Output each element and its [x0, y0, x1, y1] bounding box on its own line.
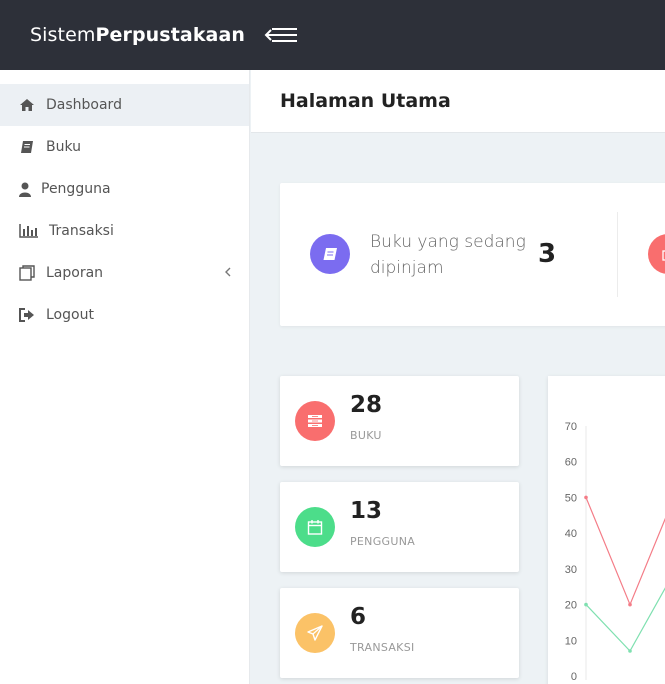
sidebar-item-pengguna[interactable]: Pengguna: [0, 168, 249, 210]
stat-value: 28: [350, 392, 383, 418]
sidebar-item-logout[interactable]: Logout: [0, 294, 249, 336]
sidebar-item-buku[interactable]: Buku: [0, 126, 249, 168]
brand-light: Sistem: [30, 24, 96, 46]
data-point[interactable]: [584, 495, 588, 500]
y-tick-label: 40: [565, 528, 577, 540]
data-point[interactable]: [628, 649, 632, 653]
sidebar-item-label: Laporan: [46, 265, 104, 281]
data-point[interactable]: [628, 602, 632, 607]
stat-card-transaksi: 6 TRANSAKSI: [280, 588, 519, 678]
home-icon: [19, 97, 35, 113]
paper-plane-icon: [295, 613, 335, 653]
sidebar-item-label: Logout: [46, 307, 94, 323]
y-tick-label: 50: [565, 492, 577, 504]
page-header: Halaman Utama: [251, 70, 665, 133]
chevron-left-icon[interactable]: [222, 265, 234, 279]
app-brand[interactable]: SistemPerpustakaan: [30, 24, 245, 46]
sidebar-item-label: Dashboard: [46, 97, 122, 113]
sidebar-item-label: Pengguna: [41, 181, 111, 197]
topbar: SistemPerpustakaan: [0, 0, 665, 70]
sign-out-icon: [19, 307, 35, 323]
sidebar: Dashboard Buku Pengguna Transaksi Lapora…: [0, 70, 250, 684]
book-list-icon: [295, 401, 335, 441]
summary-value: 3: [538, 239, 557, 269]
calendar-icon: [295, 507, 335, 547]
borrowed-books-card: Buku yang sedang dipinjam 3: [280, 183, 665, 326]
return-icon: [648, 234, 665, 274]
page-title: Halaman Utama: [280, 90, 451, 112]
sidebar-item-transaksi[interactable]: Transaksi: [0, 210, 249, 252]
stat-value: 6: [350, 604, 367, 630]
sidebar-item-dashboard[interactable]: Dashboard: [0, 84, 249, 126]
y-tick-label: 70: [565, 421, 577, 433]
stat-card-pengguna: 13 PENGGUNA: [280, 482, 519, 572]
user-icon: [19, 181, 31, 197]
sidebar-item-label: Buku: [46, 139, 82, 155]
y-tick-label: 60: [565, 457, 577, 469]
summary-label: Buku yang sedang dipinjam: [370, 232, 526, 278]
sidebar-item-laporan[interactable]: Laporan: [0, 252, 249, 294]
divider: [617, 212, 618, 297]
chart-card: 0 10 20 30 40 50 60 70: [548, 376, 665, 684]
stat-card-buku: 28 BUKU: [280, 376, 519, 466]
stat-label: TRANSAKSI: [350, 641, 415, 654]
sidebar-item-label: Transaksi: [49, 223, 114, 239]
copy-icon: [19, 265, 35, 281]
y-tick-label: 20: [565, 600, 577, 612]
brand-bold: Perpustakaan: [95, 24, 246, 46]
line-chart: 0 10 20 30 40 50 60 70: [565, 421, 665, 683]
menu-toggle-icon[interactable]: [263, 24, 299, 46]
bar-chart-icon: [19, 223, 39, 239]
stat-label: PENGGUNA: [350, 535, 416, 548]
book-icon: [19, 139, 35, 155]
stat-value: 13: [350, 498, 383, 524]
book-icon: [310, 234, 350, 274]
series-line-0: [585, 497, 665, 607]
y-tick-label: 30: [565, 564, 577, 576]
data-point[interactable]: [584, 602, 588, 607]
y-tick-label: 10: [565, 635, 577, 647]
y-tick-label: 0: [571, 671, 577, 683]
stat-label: BUKU: [350, 429, 382, 442]
series-line-1: [585, 587, 665, 653]
